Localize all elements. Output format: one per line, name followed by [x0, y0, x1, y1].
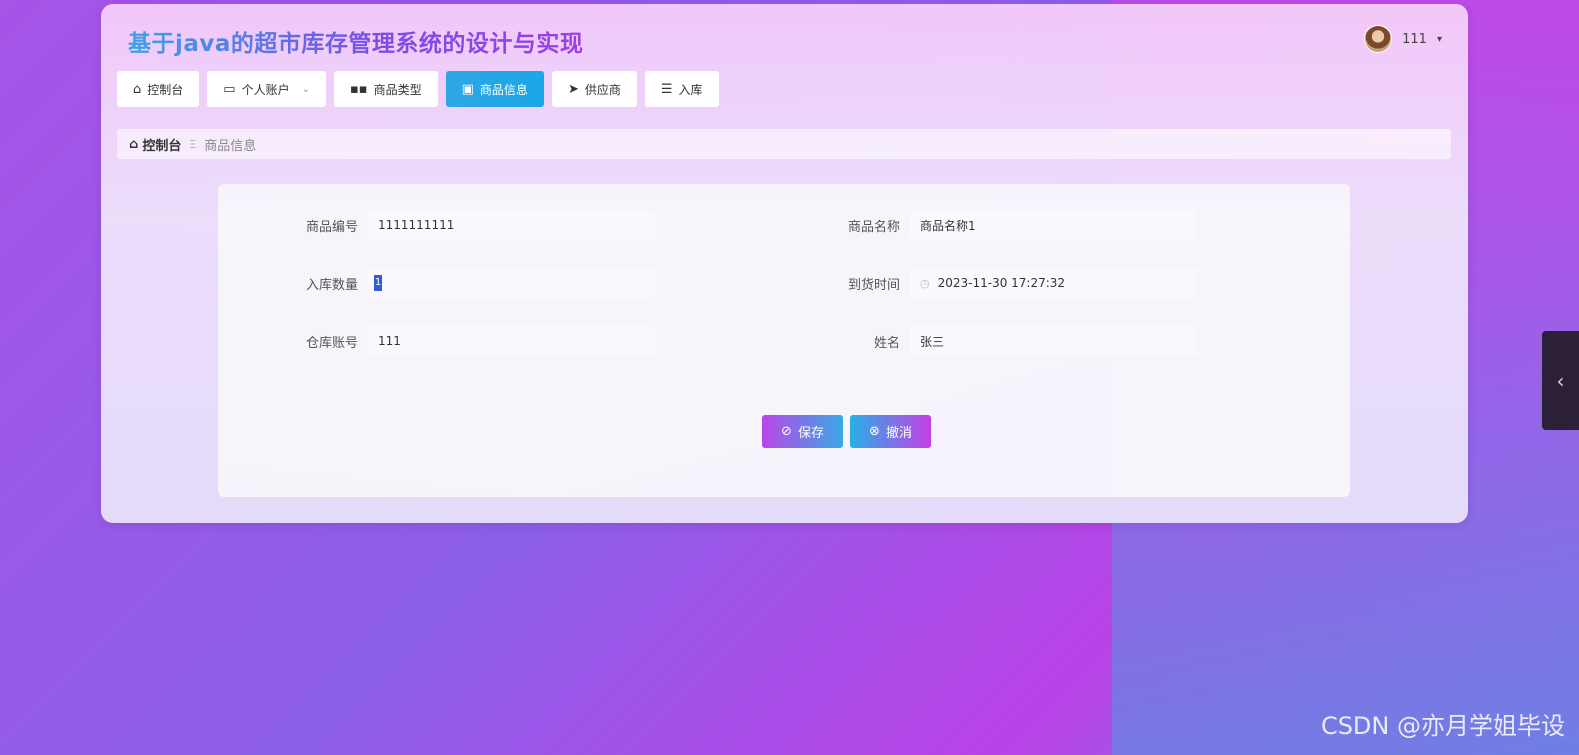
nav-item-label: 控制台	[147, 82, 184, 97]
watermark: CSDN @亦月学姐毕设	[1320, 712, 1565, 740]
grid-icon: ▪▪	[349, 81, 368, 97]
side-drawer-toggle[interactable]: ‹	[1542, 331, 1579, 430]
arrival-time-picker[interactable]: ◷	[910, 268, 1197, 298]
breadcrumb-home[interactable]: ⌂ 控制台	[129, 135, 181, 154]
chevron-left-icon[interactable]: ‹	[1557, 369, 1565, 393]
chevron-down-icon: ⌄	[301, 83, 310, 95]
nav-item-label: 商品信息	[479, 82, 528, 97]
field-quantity: 入库数量 1	[278, 268, 655, 298]
breadcrumb-separator: Ξ	[189, 137, 197, 151]
product-code-input[interactable]	[368, 210, 655, 240]
nav-item-stock-in[interactable]: ☰ 入库	[644, 71, 719, 107]
save-button-label: 保存	[797, 426, 824, 441]
home-icon: ⌂	[133, 81, 142, 97]
field-product-code: 商品编号	[278, 210, 655, 240]
breadcrumb-home-label: 控制台	[142, 138, 182, 154]
nav-item-product-type[interactable]: ▪▪ 商品类型	[333, 71, 438, 107]
quantity-value[interactable]: 1	[374, 275, 382, 291]
breadcrumb: ⌂ 控制台 Ξ 商品信息	[117, 129, 1451, 159]
product-code-label: 商品编号	[305, 219, 358, 235]
caret-down-icon[interactable]: ▾	[1437, 34, 1442, 45]
nav-item-product-info[interactable]: ▣ 商品信息	[445, 71, 544, 107]
nav-item-label: 商品类型	[373, 82, 422, 97]
wallet-icon: ▭	[223, 81, 236, 97]
name-label: 姓名	[873, 335, 900, 351]
save-button[interactable]: ⊘ 保存	[762, 415, 843, 448]
sliders-icon: ☰	[660, 81, 673, 97]
product-form: 商品编号 商品名称 入库数量 1 到货时间 ◷ 仓库账号 姓名	[218, 184, 1350, 497]
warehouse-account-input[interactable]	[368, 326, 655, 356]
breadcrumb-current: 商品信息	[204, 138, 257, 154]
nav-item-label: 个人账户	[241, 82, 290, 97]
nav-item-personal-account[interactable]: ▭ 个人账户 ⌄	[207, 71, 326, 107]
field-product-name: 商品名称	[820, 210, 1197, 240]
send-icon: ➤	[567, 81, 579, 97]
field-name: 姓名	[820, 326, 1197, 356]
close-circle-icon: ⊗	[869, 424, 880, 439]
clipboard-icon: ▣	[461, 81, 474, 97]
top-nav: ⌂ 控制台 ▭ 个人账户 ⌄ ▪▪ 商品类型 ▣ 商品信息 ➤ 供应商 ☰ 入库	[117, 71, 719, 107]
nav-item-label: 入库	[678, 82, 703, 97]
quantity-label: 入库数量	[305, 277, 358, 293]
cancel-button-label: 撤消	[885, 426, 912, 441]
product-name-label: 商品名称	[847, 219, 900, 235]
clock-icon: ◷	[920, 276, 930, 290]
warehouse-account-label: 仓库账号	[305, 335, 358, 351]
quantity-input[interactable]: 1	[368, 268, 655, 298]
main-card: 基于java的超市库存管理系统的设计与实现 111 ▾ ⌂ 控制台 ▭ 个人账户…	[101, 4, 1468, 523]
arrival-time-label: 到货时间	[847, 277, 900, 293]
field-warehouse-account: 仓库账号	[278, 326, 655, 356]
avatar[interactable]	[1364, 25, 1393, 53]
user-name[interactable]: 111	[1402, 32, 1427, 47]
cancel-button[interactable]: ⊗ 撤消	[850, 415, 931, 448]
field-arrival-time: 到货时间 ◷	[820, 268, 1197, 298]
nav-item-label: 供应商	[584, 82, 621, 97]
nav-item-supplier[interactable]: ➤ 供应商	[551, 71, 637, 107]
product-name-input[interactable]	[910, 210, 1197, 240]
user-menu[interactable]: 111 ▾	[1364, 25, 1442, 53]
arrival-time-input[interactable]	[935, 275, 1197, 291]
app-title: 基于java的超市库存管理系统的设计与实现	[128, 24, 583, 58]
nav-item-dashboard[interactable]: ⌂ 控制台	[117, 71, 200, 107]
check-circle-icon: ⊘	[781, 424, 792, 439]
name-input[interactable]	[910, 326, 1197, 356]
home-icon: ⌂	[129, 136, 139, 152]
